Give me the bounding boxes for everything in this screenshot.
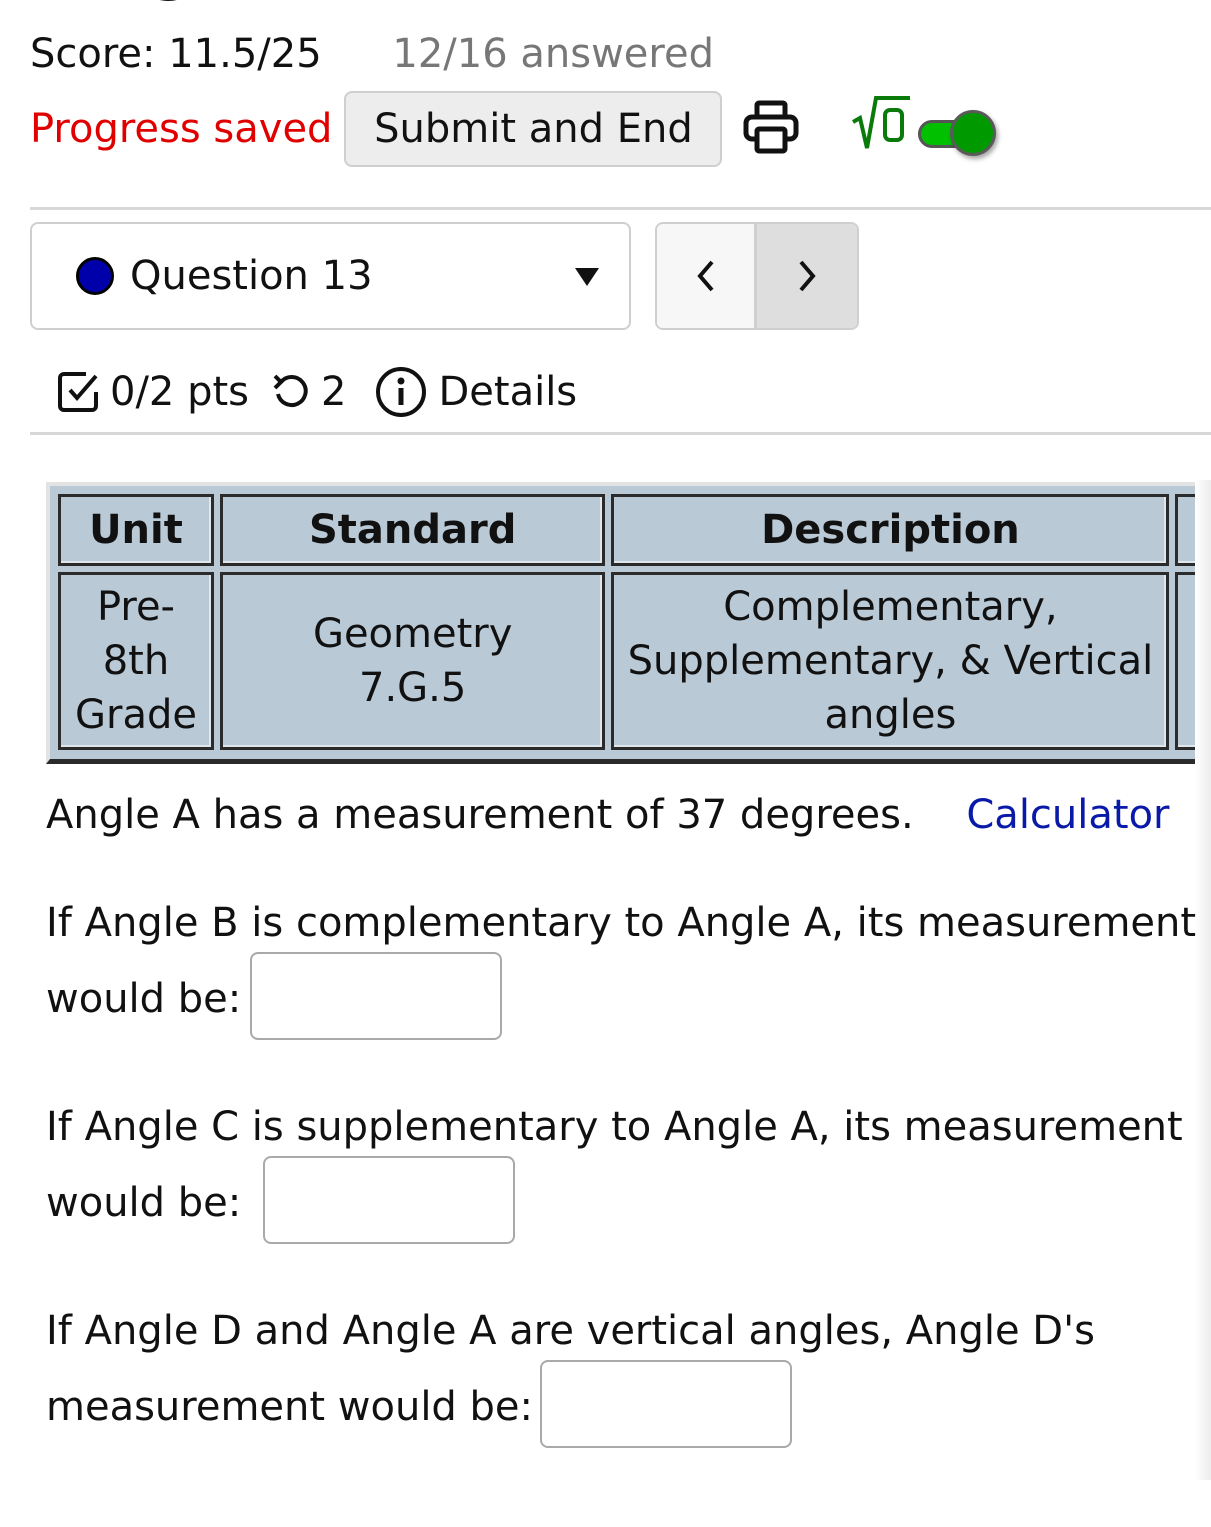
calculator-link[interactable]: Calculator	[966, 792, 1169, 838]
cell-description: Complementary, Supplementary, & Vertical…	[611, 572, 1170, 750]
score-row: Score: 11.5/25 12/16 answered	[30, 30, 714, 78]
question-status-dot	[76, 257, 114, 295]
answered-count: 12/16 answered	[392, 31, 714, 77]
score-text: Score: 11.5/25	[30, 31, 322, 77]
cell-standard: Geometry 7.G.5	[219, 572, 606, 750]
question-selector-label: Question 13	[130, 253, 373, 299]
submit-and-end-button[interactable]: Submit and End	[344, 91, 723, 167]
caret-down-icon	[575, 268, 599, 286]
math-entry-toggle[interactable]	[916, 108, 1000, 158]
table-row: Pre-8th Grade Geometry 7.G.5 Complementa…	[58, 572, 1205, 750]
toggle-knob[interactable]	[950, 110, 996, 156]
question-nav-buttons	[655, 222, 859, 330]
question-selector[interactable]: Question 13	[30, 222, 631, 330]
progress-status: Progress saved	[30, 106, 333, 152]
divider	[30, 432, 1211, 435]
points-text: 0/2 pts	[110, 369, 250, 415]
angle-b-answer-input[interactable]	[250, 952, 502, 1040]
chevron-left-icon	[696, 260, 714, 292]
cell-unit: Pre-8th Grade	[58, 572, 214, 750]
details-button[interactable]: Details	[374, 365, 577, 419]
retry-icon	[273, 374, 308, 408]
question-meta: 0/2 pts 2 Details	[56, 362, 577, 422]
math-entry-icon	[852, 96, 910, 149]
attempts-count: 2	[321, 369, 347, 415]
scroll-edge	[1195, 480, 1211, 1480]
part-d-prompt: If Angle D and Angle A are vertical angl…	[46, 1308, 1095, 1354]
column-header-description: Description	[611, 494, 1170, 566]
angle-c-answer-input[interactable]	[263, 1156, 515, 1244]
part-c-prompt: If Angle C is supplementary to Angle A, …	[46, 1104, 1183, 1150]
info-icon	[376, 367, 427, 417]
action-row: Progress saved Submit and End	[30, 90, 723, 168]
question-intro-line: Angle A has a measurement of 37 degrees.…	[46, 788, 1170, 842]
divider	[30, 207, 1211, 210]
part-b-prompt-cont: would be:	[46, 976, 242, 1022]
chevron-right-icon	[799, 260, 816, 292]
question-intro: Angle A has a measurement of 37 degrees.	[46, 792, 914, 838]
part-c-prompt-cont: would be:	[46, 1180, 242, 1226]
details-label: Details	[438, 369, 578, 415]
column-header-standard: Standard	[219, 494, 606, 566]
previous-question-button[interactable]	[657, 224, 757, 328]
standards-table: Unit Standard Description Pre-8th Grade …	[52, 494, 1211, 750]
print-icon[interactable]	[742, 98, 800, 156]
checkbox-icon	[58, 372, 98, 412]
standards-table-container: Unit Standard Description Pre-8th Grade …	[46, 482, 1211, 764]
column-header-unit: Unit	[58, 494, 214, 566]
angle-d-answer-input[interactable]	[540, 1360, 792, 1448]
table-header-row: Unit Standard Description	[58, 494, 1205, 566]
attempts: 2	[271, 369, 346, 415]
next-question-button[interactable]	[757, 224, 857, 328]
part-b-prompt: If Angle B is complementary to Angle A, …	[46, 900, 1197, 946]
part-d-prompt-cont: measurement would be:	[46, 1384, 534, 1430]
